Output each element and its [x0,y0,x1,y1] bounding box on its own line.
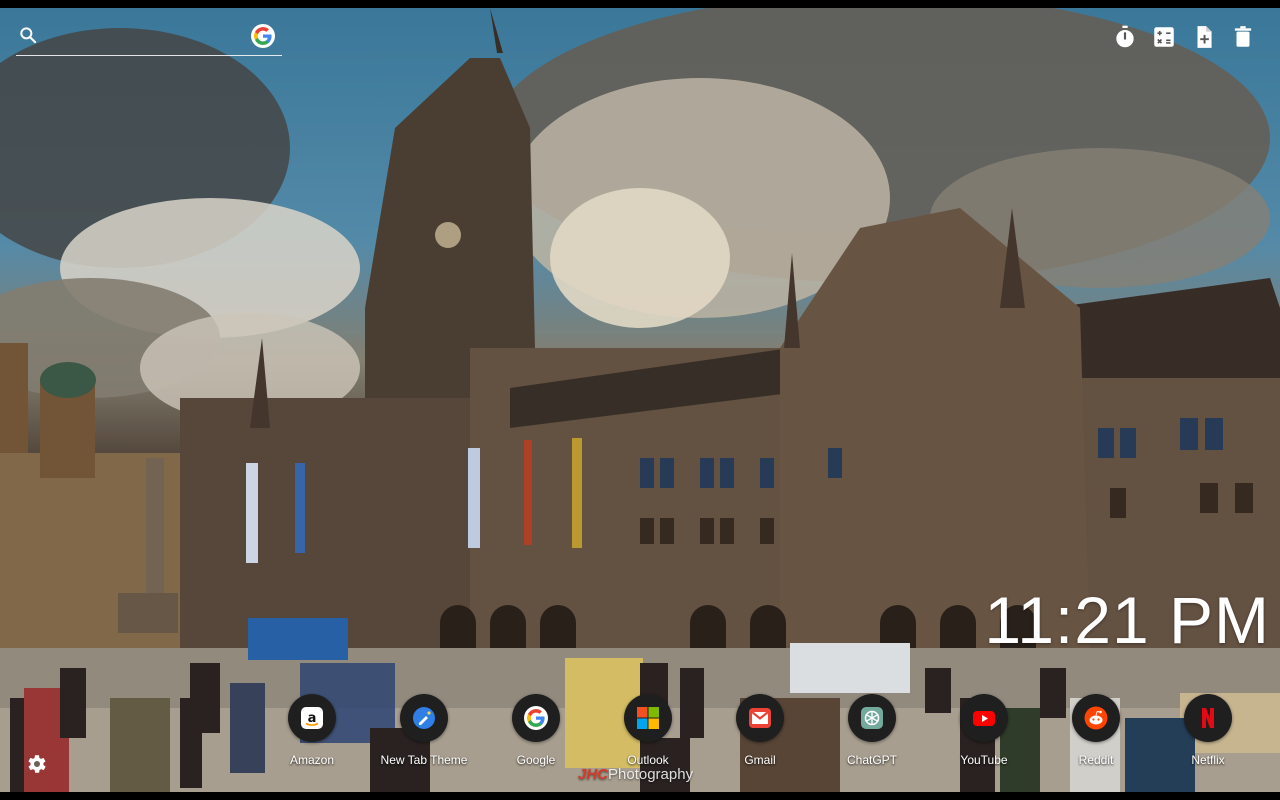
top-border [0,0,1280,8]
search-underline [16,55,282,56]
shortcut-bar: a Amazon New Tab Theme Google Outlook Gm… [0,694,1280,774]
shortcut-label: YouTube [960,753,1008,767]
shortcut-youtube[interactable]: YouTube [932,694,1036,772]
amazon-icon: a [288,694,336,742]
gmail-icon [736,694,784,742]
chatgpt-icon [848,694,896,742]
shortcut-label: Google [516,753,556,767]
new-tab-theme-icon [400,694,448,742]
clock-time: 11:21 PM [984,583,1270,657]
shortcut-google[interactable]: Google [484,694,588,772]
shortcut-label: Outlook [627,753,669,767]
shortcut-reddit[interactable]: Reddit [1044,694,1148,772]
add-note-icon[interactable] [1191,24,1217,50]
svg-text:a: a [308,711,317,726]
shortcut-gmail[interactable]: Gmail [708,694,812,772]
calculator-icon[interactable] [1151,24,1177,50]
search-icon[interactable] [18,25,38,45]
shortcut-label: Netflix [1191,753,1225,767]
shortcut-outlook[interactable]: Outlook [596,694,700,772]
youtube-icon [960,694,1008,742]
shortcut-label: Gmail [744,753,776,767]
search-input[interactable] [46,22,260,52]
shortcut-amazon[interactable]: a Amazon [260,694,364,772]
trash-icon[interactable] [1230,24,1256,50]
shortcut-netflix[interactable]: Netflix [1156,694,1260,772]
timer-icon[interactable] [1112,24,1138,50]
reddit-icon [1072,694,1120,742]
shortcut-label: Reddit [1078,753,1114,767]
shortcut-chatgpt[interactable]: ChatGPT [820,694,924,772]
google-icon [512,694,560,742]
shortcut-new-tab-theme[interactable]: New Tab Theme [372,694,476,772]
shortcut-label: Amazon [289,753,335,767]
bottom-border [0,792,1280,800]
background-wallpaper [0,8,1280,792]
gear-icon[interactable] [24,752,48,776]
shortcut-label: ChatGPT [846,753,897,767]
search-bar[interactable] [16,22,282,56]
shortcut-label: New Tab Theme [380,753,468,767]
microsoft-icon [624,694,672,742]
google-icon[interactable] [251,24,275,48]
netflix-icon [1184,694,1232,742]
